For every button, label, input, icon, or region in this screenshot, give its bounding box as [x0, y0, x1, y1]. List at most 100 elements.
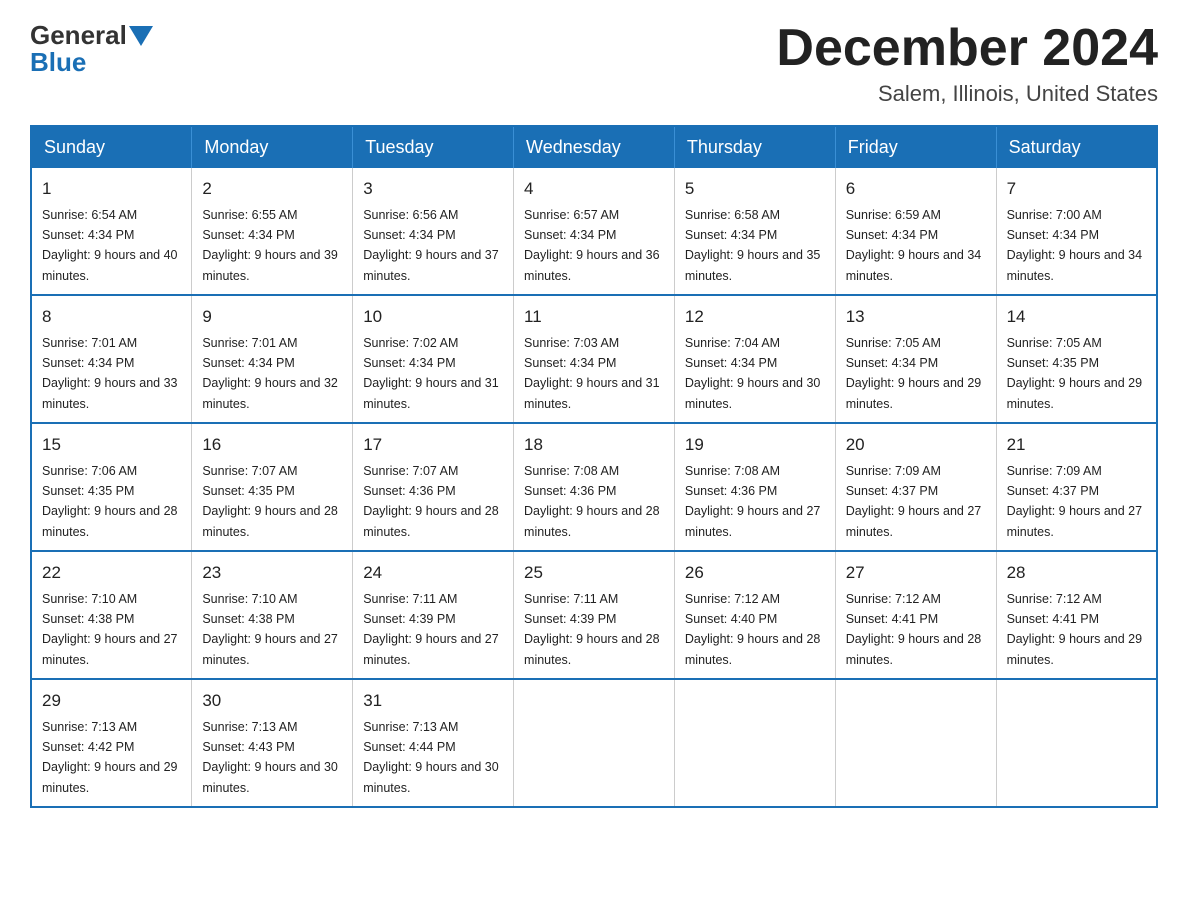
calendar-cell: 20 Sunrise: 7:09 AMSunset: 4:37 PMDaylig… [835, 423, 996, 551]
day-info: Sunrise: 7:11 AMSunset: 4:39 PMDaylight:… [363, 592, 499, 667]
weekday-header-sunday: Sunday [31, 126, 192, 168]
day-info: Sunrise: 7:09 AMSunset: 4:37 PMDaylight:… [846, 464, 982, 539]
day-info: Sunrise: 6:56 AMSunset: 4:34 PMDaylight:… [363, 208, 499, 283]
calendar-cell: 24 Sunrise: 7:11 AMSunset: 4:39 PMDaylig… [353, 551, 514, 679]
day-info: Sunrise: 7:09 AMSunset: 4:37 PMDaylight:… [1007, 464, 1143, 539]
day-info: Sunrise: 7:13 AMSunset: 4:44 PMDaylight:… [363, 720, 499, 795]
calendar-cell [996, 679, 1157, 807]
day-number: 3 [363, 176, 503, 202]
day-number: 15 [42, 432, 181, 458]
day-info: Sunrise: 6:54 AMSunset: 4:34 PMDaylight:… [42, 208, 178, 283]
day-number: 7 [1007, 176, 1146, 202]
day-info: Sunrise: 7:02 AMSunset: 4:34 PMDaylight:… [363, 336, 499, 411]
calendar-cell: 11 Sunrise: 7:03 AMSunset: 4:34 PMDaylig… [514, 295, 675, 423]
week-row-5: 29 Sunrise: 7:13 AMSunset: 4:42 PMDaylig… [31, 679, 1157, 807]
day-number: 31 [363, 688, 503, 714]
day-info: Sunrise: 6:58 AMSunset: 4:34 PMDaylight:… [685, 208, 821, 283]
day-number: 30 [202, 688, 342, 714]
day-number: 25 [524, 560, 664, 586]
day-info: Sunrise: 7:06 AMSunset: 4:35 PMDaylight:… [42, 464, 178, 539]
location-title: Salem, Illinois, United States [776, 81, 1158, 107]
day-info: Sunrise: 7:08 AMSunset: 4:36 PMDaylight:… [524, 464, 660, 539]
day-info: Sunrise: 6:59 AMSunset: 4:34 PMDaylight:… [846, 208, 982, 283]
calendar-cell: 21 Sunrise: 7:09 AMSunset: 4:37 PMDaylig… [996, 423, 1157, 551]
day-number: 16 [202, 432, 342, 458]
day-number: 11 [524, 304, 664, 330]
day-number: 23 [202, 560, 342, 586]
week-row-4: 22 Sunrise: 7:10 AMSunset: 4:38 PMDaylig… [31, 551, 1157, 679]
calendar-cell: 6 Sunrise: 6:59 AMSunset: 4:34 PMDayligh… [835, 168, 996, 295]
calendar-cell: 5 Sunrise: 6:58 AMSunset: 4:34 PMDayligh… [674, 168, 835, 295]
day-info: Sunrise: 7:08 AMSunset: 4:36 PMDaylight:… [685, 464, 821, 539]
day-number: 14 [1007, 304, 1146, 330]
day-info: Sunrise: 7:01 AMSunset: 4:34 PMDaylight:… [202, 336, 338, 411]
calendar-cell: 25 Sunrise: 7:11 AMSunset: 4:39 PMDaylig… [514, 551, 675, 679]
day-info: Sunrise: 7:07 AMSunset: 4:36 PMDaylight:… [363, 464, 499, 539]
day-info: Sunrise: 7:07 AMSunset: 4:35 PMDaylight:… [202, 464, 338, 539]
day-info: Sunrise: 6:57 AMSunset: 4:34 PMDaylight:… [524, 208, 660, 283]
day-number: 27 [846, 560, 986, 586]
day-number: 19 [685, 432, 825, 458]
logo-blue-text: Blue [30, 47, 86, 78]
weekday-header-tuesday: Tuesday [353, 126, 514, 168]
calendar-cell [835, 679, 996, 807]
day-info: Sunrise: 7:10 AMSunset: 4:38 PMDaylight:… [202, 592, 338, 667]
weekday-header-thursday: Thursday [674, 126, 835, 168]
page-header: General Blue December 2024 Salem, Illino… [30, 20, 1158, 107]
weekday-header-friday: Friday [835, 126, 996, 168]
day-info: Sunrise: 7:11 AMSunset: 4:39 PMDaylight:… [524, 592, 660, 667]
logo: General Blue [30, 20, 155, 78]
calendar-cell [674, 679, 835, 807]
calendar-cell: 31 Sunrise: 7:13 AMSunset: 4:44 PMDaylig… [353, 679, 514, 807]
day-number: 12 [685, 304, 825, 330]
calendar-cell: 10 Sunrise: 7:02 AMSunset: 4:34 PMDaylig… [353, 295, 514, 423]
day-number: 5 [685, 176, 825, 202]
calendar-cell: 18 Sunrise: 7:08 AMSunset: 4:36 PMDaylig… [514, 423, 675, 551]
day-number: 21 [1007, 432, 1146, 458]
calendar-cell: 19 Sunrise: 7:08 AMSunset: 4:36 PMDaylig… [674, 423, 835, 551]
day-number: 4 [524, 176, 664, 202]
header-row: SundayMondayTuesdayWednesdayThursdayFrid… [31, 126, 1157, 168]
day-number: 17 [363, 432, 503, 458]
day-info: Sunrise: 7:10 AMSunset: 4:38 PMDaylight:… [42, 592, 178, 667]
logo-triangle-icon [129, 26, 153, 46]
calendar-cell: 22 Sunrise: 7:10 AMSunset: 4:38 PMDaylig… [31, 551, 192, 679]
calendar-cell: 17 Sunrise: 7:07 AMSunset: 4:36 PMDaylig… [353, 423, 514, 551]
calendar-cell: 7 Sunrise: 7:00 AMSunset: 4:34 PMDayligh… [996, 168, 1157, 295]
day-number: 9 [202, 304, 342, 330]
calendar-cell: 1 Sunrise: 6:54 AMSunset: 4:34 PMDayligh… [31, 168, 192, 295]
calendar-cell: 4 Sunrise: 6:57 AMSunset: 4:34 PMDayligh… [514, 168, 675, 295]
calendar-cell: 15 Sunrise: 7:06 AMSunset: 4:35 PMDaylig… [31, 423, 192, 551]
week-row-1: 1 Sunrise: 6:54 AMSunset: 4:34 PMDayligh… [31, 168, 1157, 295]
day-number: 20 [846, 432, 986, 458]
day-number: 1 [42, 176, 181, 202]
day-number: 6 [846, 176, 986, 202]
day-number: 8 [42, 304, 181, 330]
day-number: 26 [685, 560, 825, 586]
day-info: Sunrise: 7:00 AMSunset: 4:34 PMDaylight:… [1007, 208, 1143, 283]
day-number: 28 [1007, 560, 1146, 586]
calendar-cell: 3 Sunrise: 6:56 AMSunset: 4:34 PMDayligh… [353, 168, 514, 295]
day-info: Sunrise: 6:55 AMSunset: 4:34 PMDaylight:… [202, 208, 338, 283]
day-info: Sunrise: 7:04 AMSunset: 4:34 PMDaylight:… [685, 336, 821, 411]
day-number: 10 [363, 304, 503, 330]
day-info: Sunrise: 7:13 AMSunset: 4:42 PMDaylight:… [42, 720, 178, 795]
weekday-header-saturday: Saturday [996, 126, 1157, 168]
week-row-3: 15 Sunrise: 7:06 AMSunset: 4:35 PMDaylig… [31, 423, 1157, 551]
calendar-cell: 30 Sunrise: 7:13 AMSunset: 4:43 PMDaylig… [192, 679, 353, 807]
day-number: 24 [363, 560, 503, 586]
calendar-cell: 14 Sunrise: 7:05 AMSunset: 4:35 PMDaylig… [996, 295, 1157, 423]
calendar-cell: 23 Sunrise: 7:10 AMSunset: 4:38 PMDaylig… [192, 551, 353, 679]
calendar-cell: 28 Sunrise: 7:12 AMSunset: 4:41 PMDaylig… [996, 551, 1157, 679]
calendar-cell: 13 Sunrise: 7:05 AMSunset: 4:34 PMDaylig… [835, 295, 996, 423]
day-info: Sunrise: 7:12 AMSunset: 4:41 PMDaylight:… [846, 592, 982, 667]
weekday-header-monday: Monday [192, 126, 353, 168]
day-info: Sunrise: 7:12 AMSunset: 4:40 PMDaylight:… [685, 592, 821, 667]
day-info: Sunrise: 7:01 AMSunset: 4:34 PMDaylight:… [42, 336, 178, 411]
calendar-cell: 27 Sunrise: 7:12 AMSunset: 4:41 PMDaylig… [835, 551, 996, 679]
day-number: 13 [846, 304, 986, 330]
title-block: December 2024 Salem, Illinois, United St… [776, 20, 1158, 107]
calendar-cell [514, 679, 675, 807]
day-info: Sunrise: 7:13 AMSunset: 4:43 PMDaylight:… [202, 720, 338, 795]
calendar-cell: 29 Sunrise: 7:13 AMSunset: 4:42 PMDaylig… [31, 679, 192, 807]
